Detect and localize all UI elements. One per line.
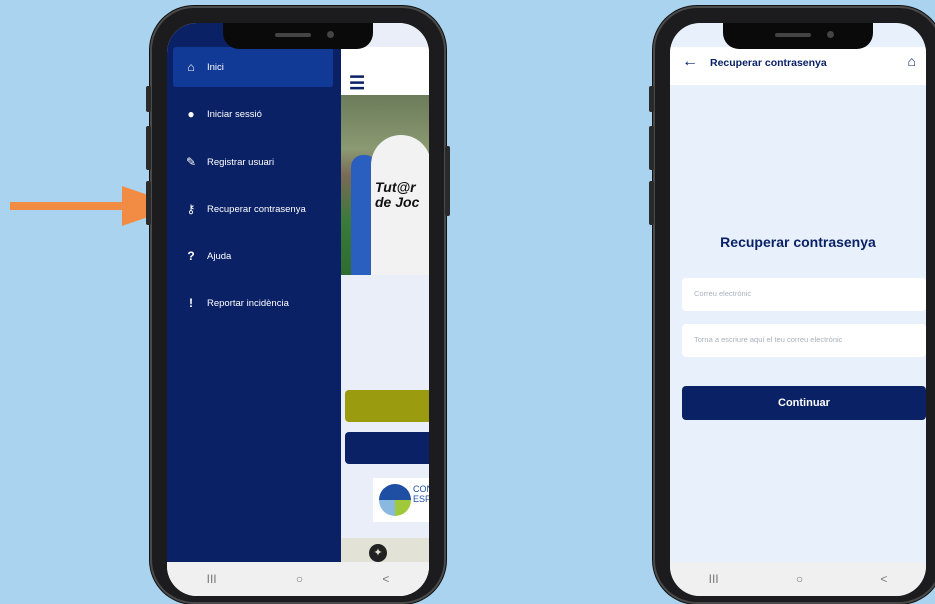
topbar-title: Recuperar contrasenya: [710, 57, 827, 69]
drawer-item-ajuda[interactable]: ? Ajuda: [173, 236, 333, 276]
back-nav-button[interactable]: <: [880, 572, 887, 586]
drawer-item-registrar-usuari[interactable]: ✎ Registrar usuari: [173, 142, 333, 182]
edit-icon: ✎: [185, 155, 197, 169]
drawer-item-label: Reportar incidència: [207, 297, 289, 309]
recover-topbar: ← Recuperar contrasenya ⌂: [670, 47, 926, 85]
drawer-item-recuperar-contrasenya[interactable]: ⚷ Recuperar contrasenya: [173, 189, 333, 229]
drawer-item-iniciar-sessio[interactable]: ● Iniciar sessió: [173, 94, 333, 134]
drawer-item-label: Inici: [207, 61, 224, 73]
left-phone: ☰ Tut@r de Joc CONS ESPO ✦ ⌂ Inici: [146, 6, 450, 604]
key-icon: ⚷: [186, 202, 196, 216]
notch: [723, 23, 873, 49]
continue-button[interactable]: Continuar: [682, 386, 926, 420]
olive-button[interactable]: [345, 390, 429, 422]
recent-apps-button[interactable]: III: [709, 572, 719, 586]
twitter-icon[interactable]: ✦: [369, 544, 387, 562]
email-confirm-placeholder: Torna a escriure aquí el teu correu elec…: [694, 335, 843, 344]
user-icon: ●: [187, 107, 195, 121]
drawer-item-label: Iniciar sessió: [207, 108, 262, 120]
back-nav-button[interactable]: <: [382, 572, 389, 586]
home-nav-button[interactable]: ○: [296, 572, 303, 586]
drawer-item-reportar-incidencia[interactable]: ! Reportar incidència: [173, 283, 333, 323]
home-topbar: ☰: [341, 47, 429, 95]
home-icon: ⌂: [187, 60, 195, 74]
right-phone: ← Recuperar contrasenya ⌂ Recuperar cont…: [649, 6, 935, 604]
android-nav-bar: III ○ <: [670, 562, 926, 596]
home-icon[interactable]: ⌂: [908, 53, 916, 69]
exclamation-icon: !: [189, 296, 193, 310]
hero-photo: Tut@r de Joc: [341, 95, 429, 275]
home-nav-button[interactable]: ○: [796, 572, 803, 586]
question-icon: ?: [187, 249, 195, 263]
android-nav-bar: III ○ <: [167, 562, 429, 596]
sponsor-logo: CONS ESPO: [373, 478, 429, 522]
drawer-item-label: Recuperar contrasenya: [207, 203, 306, 215]
navy-button[interactable]: [345, 432, 429, 464]
home-screen-behind-drawer: ☰ Tut@r de Joc CONS ESPO ✦: [341, 23, 429, 596]
recent-apps-button[interactable]: III: [207, 572, 217, 586]
notch: [223, 23, 373, 49]
right-screen: ← Recuperar contrasenya ⌂ Recuperar cont…: [670, 23, 926, 596]
email-confirm-field[interactable]: Torna a escriure aquí el teu correu elec…: [682, 324, 926, 357]
email-placeholder: Correu electrònic: [694, 289, 752, 298]
drawer-item-inici[interactable]: ⌂ Inici: [173, 47, 333, 87]
drawer-item-label: Registrar usuari: [207, 156, 275, 168]
page-title: Recuperar contrasenya: [720, 234, 876, 250]
hamburger-menu-icon[interactable]: ☰: [349, 73, 365, 94]
back-arrow-icon[interactable]: ←: [682, 53, 698, 71]
navigation-drawer: ⌂ Inici ● Iniciar sessió ✎ Registrar usu…: [167, 23, 341, 562]
drawer-item-label: Ajuda: [207, 250, 232, 262]
left-screen: ☰ Tut@r de Joc CONS ESPO ✦ ⌂ Inici: [167, 23, 429, 596]
photo-shirt-text: Tut@r de Joc: [375, 179, 420, 210]
email-field[interactable]: Correu electrònic: [682, 278, 926, 311]
